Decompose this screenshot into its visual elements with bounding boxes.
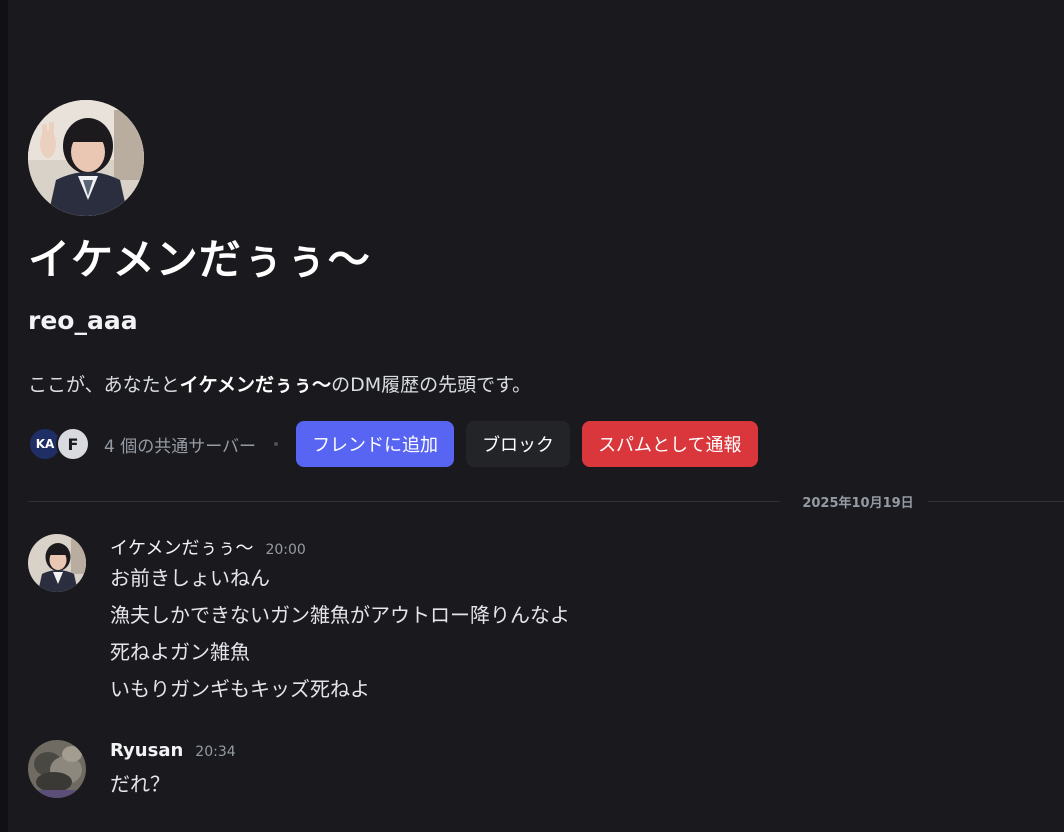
profile-avatar[interactable] (28, 100, 144, 216)
message-header: Ryusan 20:34 (110, 740, 236, 766)
profile-display-name: イケメンだぅぅ〜 (28, 235, 371, 284)
message-text: いもりガンギもキッズ死ねよ (110, 677, 370, 701)
profile-username: reo_aaa (28, 306, 138, 335)
window-edge (0, 0, 8, 832)
message-timestamp: 20:34 (195, 744, 236, 760)
message-text: 漁夫しかできないガン雑魚がアウトロー降りんなよ (110, 603, 570, 627)
message-text: だれ？ (110, 772, 170, 796)
mutual-server-icon[interactable]: F (56, 427, 90, 461)
avatar-photo-icon (28, 534, 86, 592)
intro-name: イケメンだぅぅ〜 (179, 374, 332, 396)
dm-channel: イケメンだぅぅ〜 reo_aaa ここが、あなたとイケメンだぅぅ〜のDM履歴の先… (28, 0, 1064, 832)
message-header: イケメンだぅぅ〜 20:00 (110, 534, 570, 560)
profile-actions: KA F 4 個の共通サーバー フレンドに追加 ブロック スパムとして通報 (28, 420, 758, 468)
block-button[interactable]: ブロック (466, 421, 571, 467)
message-text: 死ねよガン雑魚 (110, 640, 250, 664)
add-friend-button[interactable]: フレンドに追加 (296, 421, 455, 467)
message-avatar[interactable] (28, 740, 86, 798)
separator-dot (274, 442, 279, 446)
message-content: イケメンだぅぅ〜 20:00 お前きしょいねん 漁夫しかできないガン雑魚がアウト… (110, 534, 570, 708)
message-author[interactable]: イケメンだぅぅ〜 (110, 534, 253, 560)
message-text: お前きしょいねん (110, 566, 270, 590)
dm-intro-text: ここが、あなたとイケメンだぅぅ〜のDM履歴の先頭です。 (28, 370, 531, 397)
message-content: Ryusan 20:34 だれ？ (110, 740, 236, 803)
message-author[interactable]: Ryusan (110, 740, 183, 761)
intro-prefix: ここが、あなたと (28, 374, 180, 396)
intro-suffix: のDM履歴の先頭です。 (331, 374, 532, 396)
message-timestamp: 20:00 (265, 542, 306, 558)
mutual-servers-link[interactable]: 4 個の共通サーバー (104, 432, 256, 457)
date-divider-line (28, 501, 780, 502)
date-divider-label: 2025年10月19日 (802, 496, 914, 511)
date-divider-line (928, 501, 1064, 502)
avatar-photo-icon (28, 100, 144, 216)
avatar-photo-icon (28, 740, 86, 798)
report-spam-button[interactable]: スパムとして通報 (582, 421, 758, 467)
message-avatar[interactable] (28, 534, 86, 592)
